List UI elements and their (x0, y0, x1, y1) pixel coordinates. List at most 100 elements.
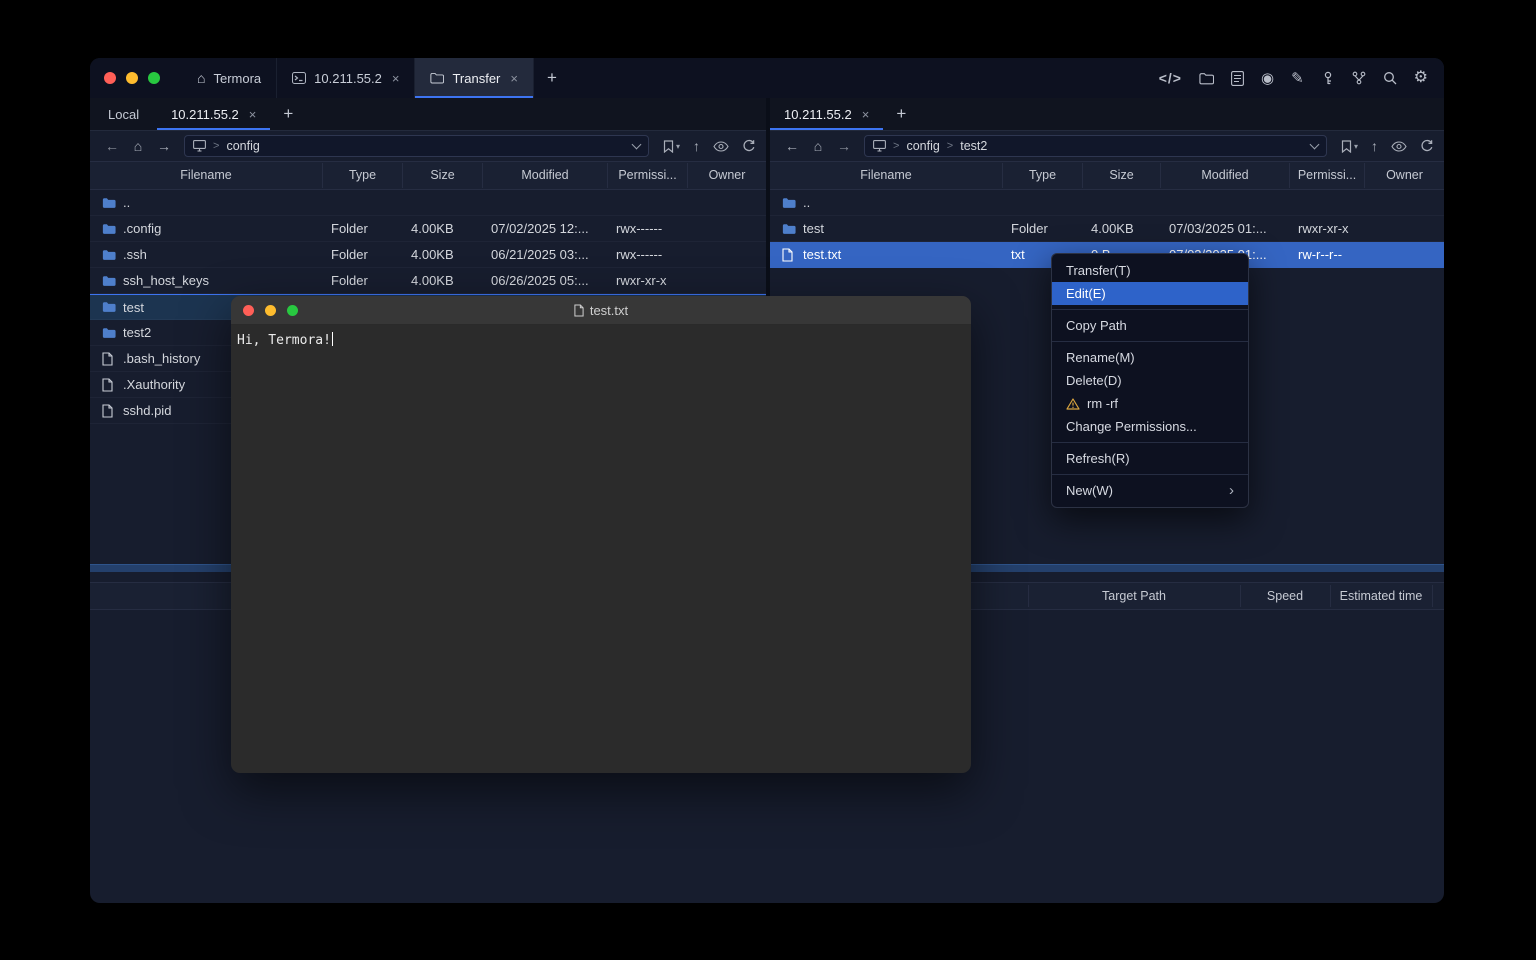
bookmarks-button[interactable]: ▾ (1341, 140, 1358, 153)
home-button[interactable]: ⌂ (126, 134, 150, 158)
parent-directory-button[interactable]: ↑ (1371, 138, 1378, 154)
record-icon[interactable]: ◉ (1261, 71, 1274, 86)
menu-item-refresh[interactable]: Refresh(R) (1052, 447, 1248, 470)
column-header-size[interactable]: Size (1083, 163, 1161, 188)
folder-icon[interactable] (1199, 72, 1214, 85)
home-icon: ⌂ (197, 70, 205, 86)
folder-icon (102, 197, 116, 209)
menu-item-transfer[interactable]: Transfer(T) (1052, 259, 1248, 282)
left-nav-actions: ▾ ↑ (663, 138, 756, 154)
menu-item-delete[interactable]: Delete(D) (1052, 369, 1248, 392)
refresh-button[interactable] (742, 139, 756, 153)
menu-separator (1052, 337, 1248, 346)
close-tab-icon[interactable]: × (249, 107, 257, 122)
column-header-permissions[interactable]: Permissi... (608, 163, 688, 188)
path-segment[interactable]: config (906, 139, 939, 153)
code-icon[interactable]: </> (1159, 71, 1182, 85)
editor-text: Hi, Termora! (237, 333, 331, 348)
branch-icon[interactable] (1352, 71, 1366, 85)
editor-titlebar[interactable]: test.txt (231, 296, 971, 325)
close-tab-icon[interactable]: × (510, 71, 518, 86)
path-dropdown[interactable] (1311, 144, 1318, 148)
minimize-window-button[interactable] (126, 72, 138, 84)
tab-termora[interactable]: ⌂ Termora (182, 58, 277, 98)
home-button[interactable]: ⌂ (806, 134, 830, 158)
file-row[interactable]: test Folder 4.00KB 07/03/2025 01:... rwx… (770, 216, 1444, 242)
close-window-button[interactable] (243, 305, 254, 316)
menu-item-rename[interactable]: Rename(M) (1052, 346, 1248, 369)
pencil-icon[interactable]: ✎ (1291, 71, 1304, 86)
editor-content-area[interactable]: Hi, Termora! (231, 325, 971, 355)
key-icon[interactable] (1321, 71, 1335, 85)
file-permissions: rw-r--r-- (1290, 247, 1365, 262)
close-tab-icon[interactable]: × (392, 71, 400, 86)
menu-item-change-permissions[interactable]: Change Permissions... (1052, 415, 1248, 438)
column-header-estimated-time[interactable]: Estimated time (1330, 583, 1432, 609)
file-name: .bash_history (123, 351, 200, 366)
file-size: 4.00KB (403, 247, 483, 262)
file-icon (102, 352, 116, 366)
refresh-button[interactable] (1420, 139, 1434, 153)
column-header-filename[interactable]: Filename (90, 163, 323, 188)
forward-button[interactable]: → (832, 134, 856, 158)
file-row[interactable]: ssh_host_keys Folder 4.00KB 06/26/2025 0… (90, 268, 766, 294)
minimize-window-button[interactable] (265, 305, 276, 316)
column-header-type[interactable]: Type (1003, 163, 1083, 188)
file-permissions: rwxr-xr-x (608, 273, 688, 288)
file-row[interactable]: .. (90, 190, 766, 216)
path-dropdown[interactable] (633, 144, 640, 148)
menu-item-rm-rf[interactable]: rm -rf (1052, 392, 1248, 415)
file-row[interactable]: .ssh Folder 4.00KB 06/21/2025 03:... rwx… (90, 242, 766, 268)
tab-remote-session[interactable]: 10.211.55.2 × (770, 98, 883, 130)
main-tab-bar: ⌂ Termora 10.211.55.2 × Transfer × + (182, 58, 570, 98)
path-bar[interactable]: > config (184, 135, 649, 157)
column-header-modified[interactable]: Modified (483, 163, 608, 188)
column-header-speed[interactable]: Speed (1240, 583, 1330, 609)
menu-item-copy-path[interactable]: Copy Path (1052, 314, 1248, 337)
file-row[interactable]: .config Folder 4.00KB 07/02/2025 12:... … (90, 216, 766, 242)
tab-local[interactable]: Local (90, 98, 157, 130)
menu-item-new[interactable]: New(W) › (1052, 479, 1248, 502)
close-tab-icon[interactable]: × (862, 107, 870, 122)
path-segment[interactable]: config (226, 139, 259, 153)
caret-down-icon: ▾ (1354, 142, 1358, 151)
column-header-owner[interactable]: Owner (688, 163, 766, 188)
menu-item-label: Refresh(R) (1066, 451, 1130, 466)
close-window-button[interactable] (104, 72, 116, 84)
gear-icon[interactable]: ⚙ (1414, 70, 1428, 86)
file-size: 4.00KB (403, 221, 483, 236)
context-menu: Transfer(T) Edit(E) Copy Path Rename(M) … (1051, 253, 1249, 508)
path-bar[interactable]: > config > test2 (864, 135, 1327, 157)
column-header-type[interactable]: Type (323, 163, 403, 188)
forward-button[interactable]: → (152, 134, 176, 158)
new-panel-tab-button[interactable]: + (883, 98, 919, 130)
tab-remote-session[interactable]: 10.211.55.2 × (157, 98, 270, 130)
column-header-target-path[interactable]: Target Path (1028, 583, 1240, 609)
back-button[interactable]: ← (780, 134, 804, 158)
maximize-window-button[interactable] (287, 305, 298, 316)
column-header-size[interactable]: Size (403, 163, 483, 188)
log-icon[interactable] (1231, 71, 1244, 86)
maximize-window-button[interactable] (148, 72, 160, 84)
column-header-owner[interactable]: Owner (1365, 163, 1444, 188)
back-button[interactable]: ← (100, 134, 124, 158)
tab-transfer[interactable]: Transfer × (415, 58, 534, 98)
new-tab-button[interactable]: + (534, 58, 570, 98)
path-segment[interactable]: test2 (960, 139, 987, 153)
menu-item-edit[interactable]: Edit(E) (1052, 282, 1248, 305)
file-modified: 06/21/2025 03:... (483, 247, 608, 262)
parent-directory-button[interactable]: ↑ (693, 138, 700, 154)
tab-ssh-session[interactable]: 10.211.55.2 × (277, 58, 415, 98)
show-hidden-files-button[interactable] (713, 141, 729, 152)
computer-icon (873, 140, 886, 152)
column-header-modified[interactable]: Modified (1161, 163, 1290, 188)
column-header-permissions[interactable]: Permissi... (1290, 163, 1365, 188)
show-hidden-files-button[interactable] (1391, 141, 1407, 152)
file-name: test (803, 221, 824, 236)
column-header-filename[interactable]: Filename (770, 163, 1003, 188)
bookmarks-button[interactable]: ▾ (663, 140, 680, 153)
search-icon[interactable] (1383, 71, 1397, 85)
file-row[interactable]: .. (770, 190, 1444, 216)
new-panel-tab-button[interactable]: + (270, 98, 306, 130)
file-type: Folder (1003, 221, 1083, 236)
